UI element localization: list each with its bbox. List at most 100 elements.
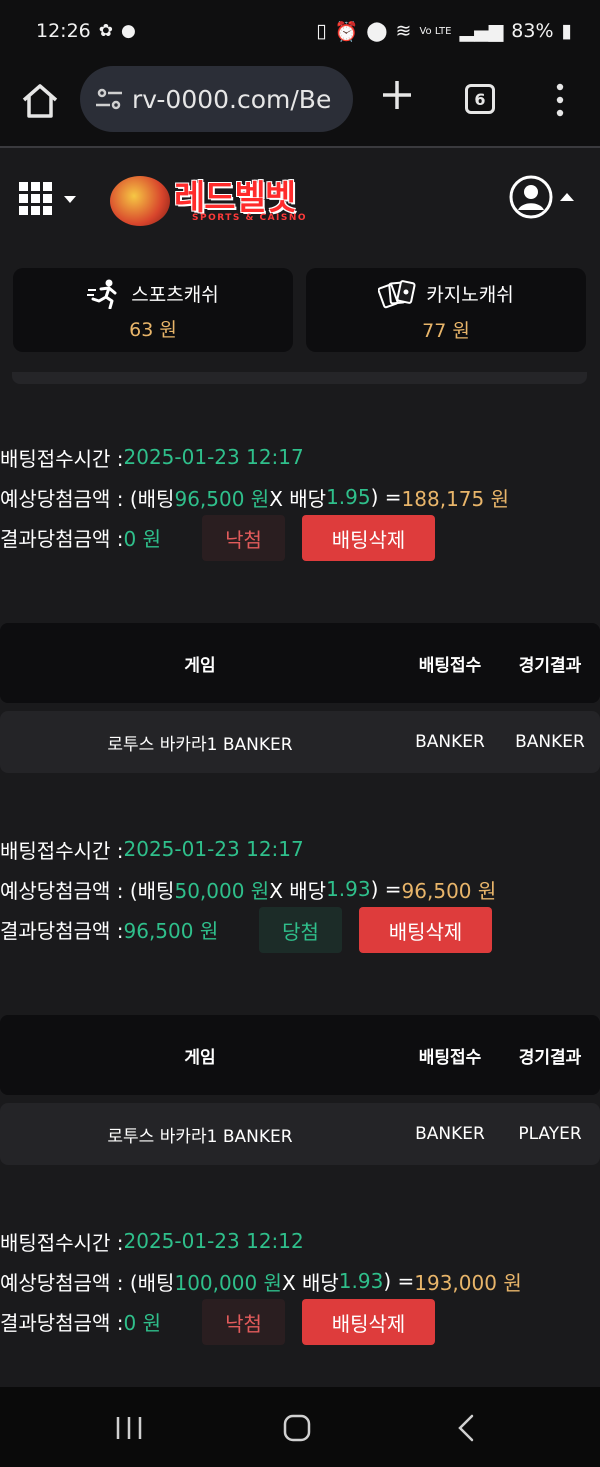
bet-expected-line: 예상당첨금액 : (배팅 100,000 원 X 배당 1.93 ) = 193… [0, 1261, 522, 1301]
bet-result-amount: 96,500 원 [123, 918, 219, 943]
more-menu-icon[interactable] [550, 80, 570, 120]
sports-cash-card[interactable]: 스포츠캐쉬 63 원 [13, 268, 293, 352]
recent-apps-icon[interactable] [114, 1415, 144, 1441]
logo-mascot-image [110, 176, 170, 226]
col-game-header: 게임 [184, 1047, 216, 1068]
bet-expected-amount: 193,000 원 [414, 1270, 522, 1295]
game-name: 로투스 바카라1 BANKER [107, 734, 293, 755]
bet-time-line: 배팅접수시간 : 2025-01-23 12:17 [0, 437, 304, 477]
col-result-header: 경기결과 [518, 655, 582, 676]
bet-odds: 1.93 [338, 1269, 384, 1293]
bet-status-badge: 낙첨 [202, 1299, 285, 1345]
wifi-icon: ≋ [395, 20, 412, 42]
back-icon[interactable] [456, 1414, 476, 1442]
bet-odds: 1.93 [326, 877, 371, 901]
game-result: BANKER [515, 732, 585, 752]
bet-result-amount: 0 원 [123, 526, 161, 551]
table-row: 로투스 바카라1 BANKER BANKER BANKER [0, 711, 600, 773]
odds-label: X 배당 [269, 486, 327, 511]
new-tab-icon[interactable] [378, 76, 416, 114]
tab-switcher-button[interactable]: 6 [465, 84, 495, 114]
playing-cards-icon [378, 279, 416, 308]
expected-label: 예상당첨금액 : (배팅 [0, 486, 175, 511]
bet-time-line: 배팅접수시간 : 2025-01-23 12:12 [0, 1221, 304, 1261]
bet-expected-amount: 188,175 원 [401, 486, 509, 511]
battery-percent: 83% [511, 20, 554, 42]
logo-title: 레드벨벳 [174, 178, 296, 218]
bet-expected-line: 예상당첨금액 : (배팅 50,000 원 X 배당 1.93 ) = 96,5… [0, 869, 496, 909]
bet-status-badge: 낙첨 [202, 515, 285, 561]
running-person-icon [87, 279, 117, 309]
delete-bet-button[interactable]: 배팅삭제 [359, 907, 492, 953]
col-bet-header: 배팅접수 [418, 655, 482, 676]
user-avatar-icon [509, 175, 553, 219]
site-header: 레드벨벳 SPORTS & CAISNO [0, 148, 600, 248]
network-label: Vo LTE [419, 25, 452, 37]
bet-stake: 96,500 원 [174, 486, 270, 511]
sports-cash-label: 스포츠캐쉬 [131, 284, 219, 306]
menu-grid-button[interactable] [19, 180, 79, 216]
result-label: 결과당첨금액 : [0, 1310, 124, 1335]
site-logo[interactable]: 레드벨벳 SPORTS & CAISNO [110, 170, 320, 230]
bet-status-badge: 당첨 [259, 907, 342, 953]
status-bar: 12:26 ✿ ● ▯ ⏰ ⬤ ≋ Vo LTE ▂▄▆ 83% ▮ [0, 0, 600, 62]
site-settings-icon[interactable] [94, 87, 124, 111]
alarm-icon: ⏰ [334, 20, 359, 43]
bet-pick: BANKER [415, 1124, 485, 1144]
game-result: PLAYER [518, 1124, 582, 1144]
url-text: rv-0000.com/Be [132, 84, 332, 114]
logo-subtitle: SPORTS & CAISNO [192, 213, 308, 223]
bet-stake: 50,000 원 [174, 878, 270, 903]
location-icon: ⬤ [366, 20, 388, 42]
bet-result-amount: 0 원 [123, 1310, 161, 1335]
bet-table-header: 게임 배팅접수 경기결과 [0, 623, 600, 703]
casino-cash-card[interactable]: 카지노캐쉬 77 원 [306, 268, 586, 352]
lock-icon: ▯ [316, 20, 327, 42]
bet-table-header: 게임 배팅접수 경기결과 [0, 1015, 600, 1095]
status-time: 12:26 [36, 20, 91, 42]
system-nav-bar [0, 1387, 600, 1467]
url-bar[interactable]: rv-0000.com/Be [80, 66, 353, 132]
bet-time: 2025-01-23 12:12 [123, 1229, 304, 1253]
equals-label: ) = [370, 877, 402, 901]
delete-bet-button[interactable]: 배팅삭제 [302, 1299, 435, 1345]
bet-summary: 배팅접수시간 : 2025-01-23 12:17 예상당첨금액 : (배팅 5… [0, 829, 600, 959]
chat-icon: ● [121, 21, 136, 41]
signal-icon: ▂▄▆ [459, 20, 504, 42]
expected-label: 예상당첨금액 : (배팅 [0, 1270, 175, 1295]
expected-label: 예상당첨금액 : (배팅 [0, 878, 175, 903]
home-icon[interactable] [18, 78, 62, 122]
odds-label: X 배당 [269, 878, 327, 903]
bet-result-line: 결과당첨금액 : 96,500 원 [0, 909, 218, 949]
table-row: 로투스 바카라1 BANKER BANKER PLAYER [0, 1103, 600, 1165]
bet-summary: 배팅접수시간 : 2025-01-23 12:12 예상당첨금액 : (배팅 1… [0, 1221, 600, 1351]
casino-cash-amount: 77 원 [422, 319, 470, 342]
grid-menu-icon [19, 182, 76, 215]
bet-result-line: 결과당첨금액 : 0 원 [0, 1301, 161, 1341]
bet-result-line: 결과당첨금액 : 0 원 [0, 517, 161, 557]
battery-icon: ▮ [561, 20, 572, 42]
delete-bet-button[interactable]: 배팅삭제 [302, 515, 435, 561]
result-label: 결과당첨금액 : [0, 918, 124, 943]
col-result-header: 경기결과 [518, 1047, 582, 1068]
bet-expected-line: 예상당첨금액 : (배팅 96,500 원 X 배당 1.95 ) = 188,… [0, 477, 509, 517]
equals-label: ) = [370, 485, 402, 509]
col-bet-header: 배팅접수 [418, 1047, 482, 1068]
caret-up-icon [560, 193, 574, 201]
odds-label: X 배당 [281, 1270, 339, 1295]
equals-label: ) = [383, 1269, 415, 1293]
result-label: 결과당첨금액 : [0, 526, 124, 551]
bet-pick: BANKER [415, 732, 485, 752]
col-game-header: 게임 [184, 655, 216, 676]
bet-stake: 100,000 원 [174, 1270, 282, 1295]
bet-time-label: 배팅접수시간 : [0, 838, 124, 863]
game-name: 로투스 바카라1 BANKER [107, 1126, 293, 1147]
sports-cash-amount: 63 원 [129, 318, 177, 341]
user-menu-button[interactable] [508, 174, 578, 220]
home-nav-icon[interactable] [283, 1414, 311, 1442]
notification-icon: ✿ [98, 21, 114, 41]
bet-time-label: 배팅접수시간 : [0, 446, 124, 471]
bet-time-label: 배팅접수시간 : [0, 1230, 124, 1255]
bet-time-line: 배팅접수시간 : 2025-01-23 12:17 [0, 829, 304, 869]
casino-cash-label: 카지노캐쉬 [426, 284, 514, 306]
